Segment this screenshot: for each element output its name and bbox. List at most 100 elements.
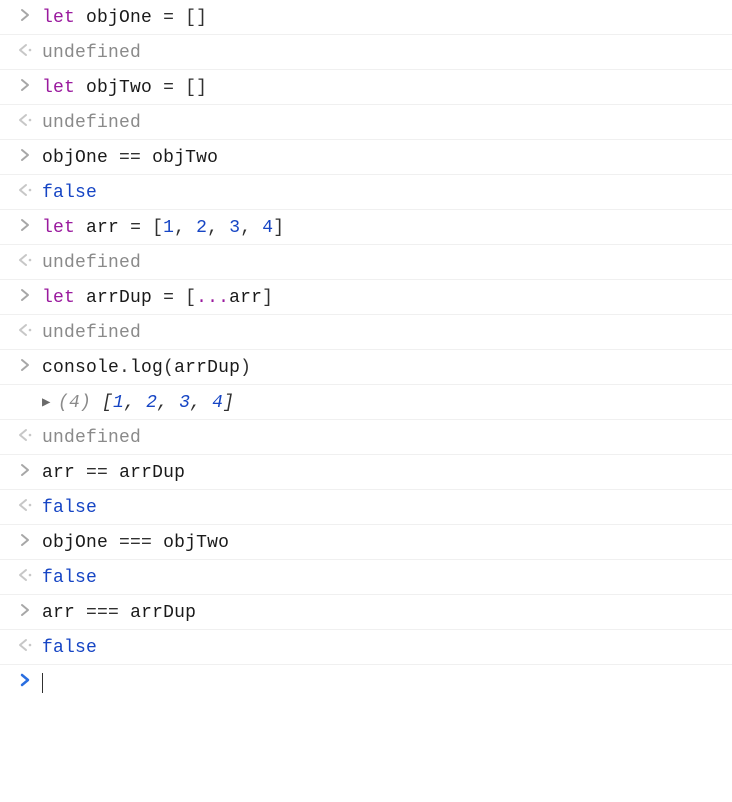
code-token: , bbox=[174, 218, 185, 238]
code-token: arr bbox=[42, 463, 75, 483]
code-token: (4) bbox=[58, 393, 91, 413]
code-token bbox=[174, 8, 185, 28]
code-token: undefined bbox=[42, 428, 141, 448]
code-token: = bbox=[163, 8, 174, 28]
input-prompt-icon bbox=[8, 601, 42, 617]
code-token: == bbox=[86, 463, 108, 483]
code-token: ( bbox=[163, 358, 174, 378]
code-token bbox=[141, 218, 152, 238]
code-token: undefined bbox=[42, 323, 141, 343]
console-input-code: arr == arrDup bbox=[42, 461, 732, 483]
code-token: 4 bbox=[262, 218, 273, 238]
code-token: arrDup bbox=[86, 288, 152, 308]
code-token: 2 bbox=[146, 393, 157, 413]
console-input-code: let arr = [1, 2, 3, 4] bbox=[42, 216, 732, 238]
code-token: objTwo bbox=[163, 533, 229, 553]
code-token: undefined bbox=[42, 43, 141, 63]
code-token bbox=[174, 78, 185, 98]
code-token: arrDup bbox=[130, 603, 196, 623]
console-row-return: false bbox=[0, 490, 732, 525]
console-log-output: ▶(4) [1, 2, 3, 4] bbox=[42, 391, 732, 413]
code-token bbox=[251, 218, 262, 238]
code-token: console bbox=[42, 358, 119, 378]
console-row-return: undefined bbox=[0, 420, 732, 455]
input-prompt-icon bbox=[8, 216, 42, 232]
console-input-code: let objTwo = [] bbox=[42, 76, 732, 98]
code-token bbox=[119, 218, 130, 238]
code-token bbox=[75, 218, 86, 238]
return-arrow-icon bbox=[8, 181, 42, 197]
return-arrow-icon bbox=[8, 251, 42, 267]
console-row-input: arr == arrDup bbox=[0, 455, 732, 490]
code-token: = bbox=[163, 288, 174, 308]
code-token: 4 bbox=[212, 393, 223, 413]
code-token: 1 bbox=[113, 393, 124, 413]
return-arrow-icon bbox=[8, 496, 42, 512]
code-token: , bbox=[157, 393, 179, 413]
code-token bbox=[119, 603, 130, 623]
code-token: . bbox=[119, 358, 130, 378]
code-token: 3 bbox=[229, 218, 240, 238]
code-token bbox=[152, 288, 163, 308]
console-row-input: console.log(arrDup) bbox=[0, 350, 732, 385]
return-arrow-icon bbox=[8, 426, 42, 442]
console-input-code: arr === arrDup bbox=[42, 601, 732, 623]
code-token: [ bbox=[102, 393, 113, 413]
console-row-input: let objTwo = [] bbox=[0, 70, 732, 105]
code-token bbox=[75, 463, 86, 483]
console-input-code: objOne === objTwo bbox=[42, 531, 732, 553]
code-token: undefined bbox=[42, 253, 141, 273]
code-token: ] bbox=[273, 218, 284, 238]
code-token bbox=[108, 533, 119, 553]
console-return-value: undefined bbox=[42, 426, 732, 448]
code-token bbox=[75, 288, 86, 308]
expand-triangle-icon[interactable]: ▶ bbox=[42, 394, 58, 411]
code-token bbox=[141, 148, 152, 168]
console-row-input: let objOne = [] bbox=[0, 0, 732, 35]
code-token: arrDup bbox=[119, 463, 185, 483]
code-token: === bbox=[86, 603, 119, 623]
code-token bbox=[108, 463, 119, 483]
code-token: = bbox=[130, 218, 141, 238]
console-return-value: false bbox=[42, 636, 732, 658]
code-token bbox=[174, 288, 185, 308]
return-arrow-icon bbox=[8, 636, 42, 652]
code-token: let bbox=[42, 8, 75, 28]
console-row-log: ▶(4) [1, 2, 3, 4] bbox=[0, 385, 732, 420]
text-caret bbox=[42, 673, 43, 693]
code-token: , bbox=[240, 218, 251, 238]
code-token bbox=[91, 393, 102, 413]
log-marker-empty bbox=[8, 391, 42, 393]
return-arrow-icon bbox=[8, 321, 42, 337]
code-token bbox=[75, 8, 86, 28]
code-token bbox=[75, 78, 86, 98]
code-token: false bbox=[42, 638, 97, 658]
code-token: arr bbox=[229, 288, 262, 308]
console-return-value: false bbox=[42, 566, 732, 588]
console-return-value: undefined bbox=[42, 321, 732, 343]
code-token: 3 bbox=[179, 393, 190, 413]
console-row-input: let arrDup = [...arr] bbox=[0, 280, 732, 315]
console-row-input: objOne == objTwo bbox=[0, 140, 732, 175]
console-input-code: console.log(arrDup) bbox=[42, 356, 732, 378]
console-row-active-input bbox=[0, 665, 732, 700]
code-token: false bbox=[42, 568, 97, 588]
code-token: [] bbox=[185, 8, 207, 28]
console-row-return: false bbox=[0, 175, 732, 210]
console-active-input[interactable] bbox=[42, 671, 732, 694]
console-return-value: false bbox=[42, 496, 732, 518]
console-row-return: false bbox=[0, 560, 732, 595]
code-token: [ bbox=[185, 288, 196, 308]
console-input-code: objOne == objTwo bbox=[42, 146, 732, 168]
code-token: ] bbox=[223, 393, 234, 413]
input-prompt-icon bbox=[8, 286, 42, 302]
code-token: ... bbox=[196, 288, 229, 308]
console-panel: let objOne = [] undefined let objTwo = [] u… bbox=[0, 0, 732, 700]
return-arrow-icon bbox=[8, 111, 42, 127]
console-input-code: let arrDup = [...arr] bbox=[42, 286, 732, 308]
return-arrow-icon bbox=[8, 41, 42, 57]
code-token: [ bbox=[152, 218, 163, 238]
code-token: let bbox=[42, 218, 75, 238]
code-token: 1 bbox=[163, 218, 174, 238]
console-row-return: undefined bbox=[0, 245, 732, 280]
